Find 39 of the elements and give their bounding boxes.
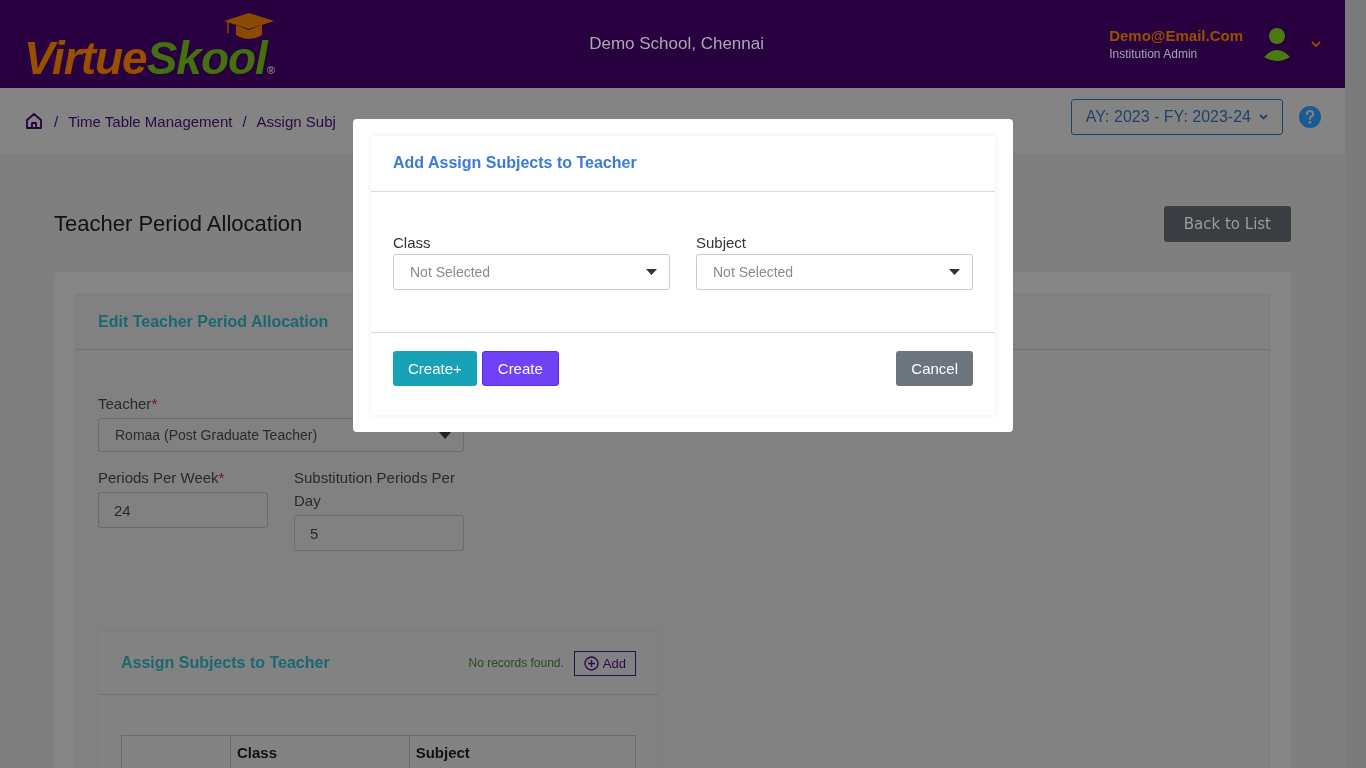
- field-label: Class: [393, 234, 432, 251]
- user-role: Institution Admin: [1109, 47, 1199, 61]
- modal-title: Add Assign Subjects to Teacher: [393, 154, 637, 171]
- back-to-list-button[interactable]: Back to List: [1163, 206, 1291, 242]
- form-title: Edit Teacher Period Allocation: [98, 313, 329, 330]
- number-input[interactable]: 24: [98, 492, 268, 528]
- column-header: Class: [230, 735, 410, 768]
- breadcrumb-separator: /: [242, 112, 247, 130]
- graduation-cap-icon: [224, 13, 274, 41]
- select-field[interactable]: Not Selected: [696, 254, 973, 290]
- empty-status: No records found.: [468, 656, 564, 670]
- plus-circle-icon: [583, 655, 599, 671]
- page-title: Teacher Period Allocation: [54, 211, 303, 237]
- number-input[interactable]: 5: [294, 515, 464, 551]
- caret-down-icon: [646, 269, 657, 275]
- field-label: Periods Per Week*: [98, 468, 226, 488]
- cancel-button[interactable]: Cancel: [896, 351, 973, 386]
- field-label: Teacher*: [98, 394, 159, 414]
- chevron-down-icon: [1259, 114, 1268, 120]
- column-header: Subject: [409, 735, 636, 768]
- create-button[interactable]: Create+: [393, 351, 477, 386]
- help-icon[interactable]: [1299, 106, 1321, 128]
- add-button[interactable]: Add: [573, 650, 636, 676]
- chevron-down-icon[interactable]: [1311, 40, 1321, 48]
- panel-title: Assign Subjects to Teacher: [121, 654, 330, 672]
- breadcrumb-link[interactable]: Assign Subj: [256, 112, 336, 130]
- logo-text: VirtueSkool®: [24, 31, 274, 85]
- user-email: Demo@Email.Com: [1109, 27, 1243, 44]
- select-field[interactable]: Not Selected: [393, 254, 670, 290]
- field-label: Subject: [696, 234, 748, 251]
- field-label: Substitution Periods Per Day: [294, 468, 456, 511]
- school-name: Demo School, Chennai: [588, 34, 765, 54]
- create-button[interactable]: Create: [481, 351, 559, 386]
- breadcrumb-link[interactable]: Time Table Management: [68, 112, 233, 130]
- user-avatar-icon[interactable]: [1263, 27, 1291, 61]
- caret-down-icon: [949, 269, 960, 275]
- academic-year-dropdown[interactable]: AY: 2023 - FY: 2023-24: [1070, 99, 1283, 135]
- breadcrumb-separator: /: [54, 112, 59, 130]
- home-icon[interactable]: [24, 111, 44, 131]
